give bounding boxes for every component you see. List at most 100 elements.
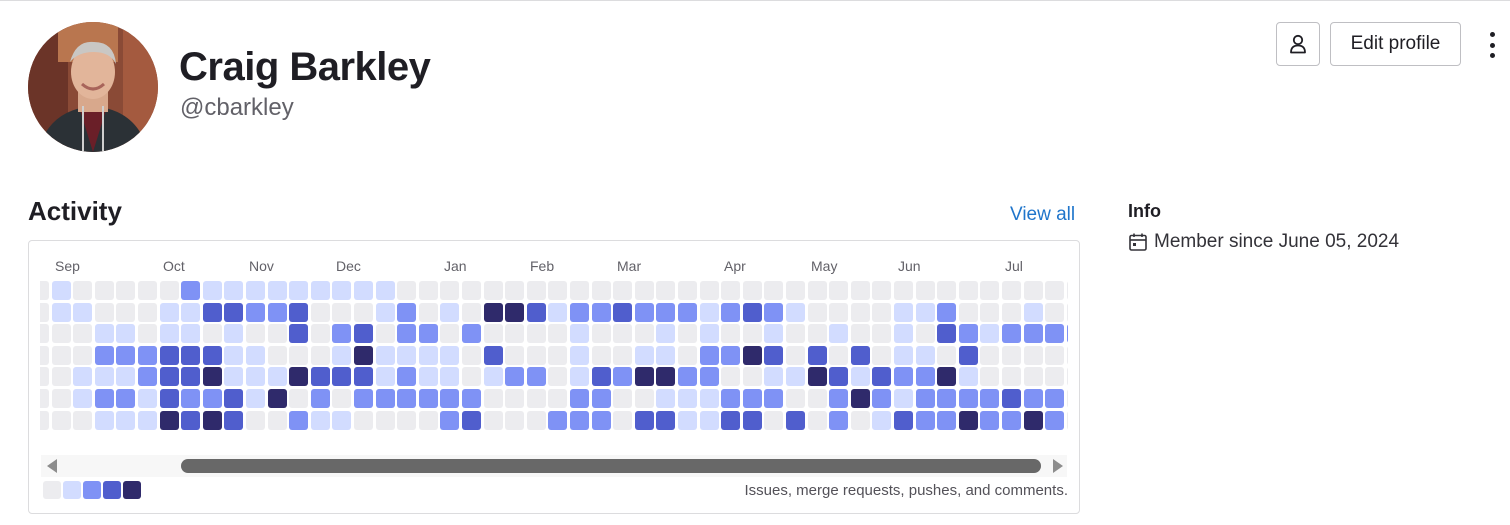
- heatmap-cell[interactable]: [51, 302, 71, 322]
- heatmap-cell[interactable]: [375, 389, 395, 408]
- heatmap-cell[interactable]: [354, 302, 373, 322]
- heatmap-cell[interactable]: [375, 367, 395, 387]
- heatmap-cell[interactable]: [1023, 345, 1043, 365]
- heatmap-cell[interactable]: [656, 389, 676, 408]
- heatmap-cell[interactable]: [51, 367, 71, 387]
- heatmap-cell[interactable]: [613, 389, 633, 408]
- heatmap-cell[interactable]: [138, 302, 157, 322]
- heatmap-cell[interactable]: [656, 345, 676, 365]
- kebab-menu-icon[interactable]: [1480, 30, 1504, 60]
- heatmap-cell[interactable]: [570, 281, 589, 300]
- heatmap-cell[interactable]: [462, 367, 481, 387]
- heatmap-cell[interactable]: [354, 410, 373, 430]
- heatmap-cell[interactable]: [202, 345, 222, 365]
- heatmap-cell[interactable]: [915, 302, 935, 322]
- heatmap-cell[interactable]: [159, 324, 179, 344]
- heatmap-cell[interactable]: [980, 302, 1000, 322]
- heatmap-cell[interactable]: [591, 324, 611, 344]
- heatmap-cell[interactable]: [548, 324, 568, 344]
- heatmap-cell[interactable]: [1023, 389, 1043, 408]
- heatmap-cell[interactable]: [116, 324, 136, 344]
- heatmap-cell[interactable]: [937, 389, 957, 408]
- heatmap-cell[interactable]: [742, 345, 762, 365]
- heatmap-cell[interactable]: [418, 367, 438, 387]
- heatmap-cell[interactable]: [246, 389, 265, 408]
- heatmap-cell[interactable]: [915, 410, 935, 430]
- heatmap-cell[interactable]: [764, 367, 784, 387]
- heatmap-cell[interactable]: [548, 367, 568, 387]
- heatmap-cell[interactable]: [1045, 389, 1065, 408]
- heatmap-cell[interactable]: [138, 410, 157, 430]
- heatmap-cell[interactable]: [1023, 324, 1043, 344]
- heatmap-cell[interactable]: [1045, 410, 1065, 430]
- heatmap-cell[interactable]: [289, 302, 309, 322]
- heatmap-cell[interactable]: [570, 345, 589, 365]
- heatmap-cell[interactable]: [375, 345, 395, 365]
- heatmap-cell[interactable]: [332, 367, 352, 387]
- heatmap-cell[interactable]: [94, 345, 114, 365]
- heatmap-cell[interactable]: [354, 367, 373, 387]
- heatmap-cell[interactable]: [40, 410, 49, 430]
- heatmap-cell[interactable]: [310, 302, 330, 322]
- heatmap-cell[interactable]: [505, 389, 525, 408]
- heatmap-cell[interactable]: [462, 302, 481, 322]
- heatmap-cell[interactable]: [116, 410, 136, 430]
- heatmap-cell[interactable]: [721, 324, 741, 344]
- heatmap-cell[interactable]: [40, 281, 49, 300]
- heatmap-cell[interactable]: [246, 324, 265, 344]
- heatmap-cell[interactable]: [829, 367, 849, 387]
- heatmap-cell[interactable]: [181, 281, 201, 300]
- heatmap-cell[interactable]: [267, 324, 287, 344]
- heatmap-cell[interactable]: [73, 410, 93, 430]
- heatmap-cell[interactable]: [699, 324, 719, 344]
- heatmap-cell[interactable]: [397, 281, 417, 300]
- heatmap-cell[interactable]: [1002, 302, 1021, 322]
- heatmap-cell[interactable]: [526, 345, 546, 365]
- heatmap-cell[interactable]: [1045, 345, 1065, 365]
- heatmap-cell[interactable]: [980, 324, 1000, 344]
- heatmap-cell[interactable]: [505, 410, 525, 430]
- heatmap-cell[interactable]: [159, 345, 179, 365]
- heatmap-cell[interactable]: [94, 367, 114, 387]
- heatmap-cell[interactable]: [1023, 302, 1043, 322]
- heatmap-cell[interactable]: [786, 281, 805, 300]
- heatmap-cell[interactable]: [397, 302, 417, 322]
- heatmap-cell[interactable]: [1002, 410, 1021, 430]
- heatmap-cell[interactable]: [440, 281, 460, 300]
- heatmap-cell[interactable]: [397, 389, 417, 408]
- heatmap-cell[interactable]: [548, 410, 568, 430]
- heatmap-cell[interactable]: [51, 345, 71, 365]
- heatmap-cell[interactable]: [980, 367, 1000, 387]
- heatmap-cell[interactable]: [310, 367, 330, 387]
- heatmap-cell[interactable]: [526, 367, 546, 387]
- heatmap-cell[interactable]: [894, 410, 913, 430]
- heatmap-cell[interactable]: [181, 389, 201, 408]
- heatmap-cell[interactable]: [958, 345, 978, 365]
- heatmap-cell[interactable]: [699, 302, 719, 322]
- heatmap-cell[interactable]: [613, 410, 633, 430]
- scroll-left-arrow-icon[interactable]: [47, 459, 57, 473]
- heatmap-cell[interactable]: [224, 389, 244, 408]
- heatmap-cell[interactable]: [829, 324, 849, 344]
- heatmap-cell[interactable]: [289, 345, 309, 365]
- heatmap-cell[interactable]: [440, 367, 460, 387]
- heatmap-cell[interactable]: [872, 281, 892, 300]
- heatmap-cell[interactable]: [73, 302, 93, 322]
- heatmap-cell[interactable]: [742, 410, 762, 430]
- heatmap-cell[interactable]: [872, 302, 892, 322]
- heatmap-cell[interactable]: [116, 345, 136, 365]
- heatmap-cell[interactable]: [332, 410, 352, 430]
- heatmap-cell[interactable]: [505, 367, 525, 387]
- heatmap-cell[interactable]: [73, 324, 93, 344]
- heatmap-cell[interactable]: [310, 410, 330, 430]
- heatmap-cell[interactable]: [850, 367, 870, 387]
- heatmap-cell[interactable]: [1066, 410, 1068, 430]
- heatmap-cell[interactable]: [570, 410, 589, 430]
- heatmap-cell[interactable]: [1066, 345, 1068, 365]
- heatmap-cell[interactable]: [591, 281, 611, 300]
- heatmap-cell[interactable]: [915, 389, 935, 408]
- heatmap-cell[interactable]: [440, 345, 460, 365]
- heatmap-cell[interactable]: [332, 302, 352, 322]
- heatmap-cell[interactable]: [894, 281, 913, 300]
- heatmap-cell[interactable]: [181, 324, 201, 344]
